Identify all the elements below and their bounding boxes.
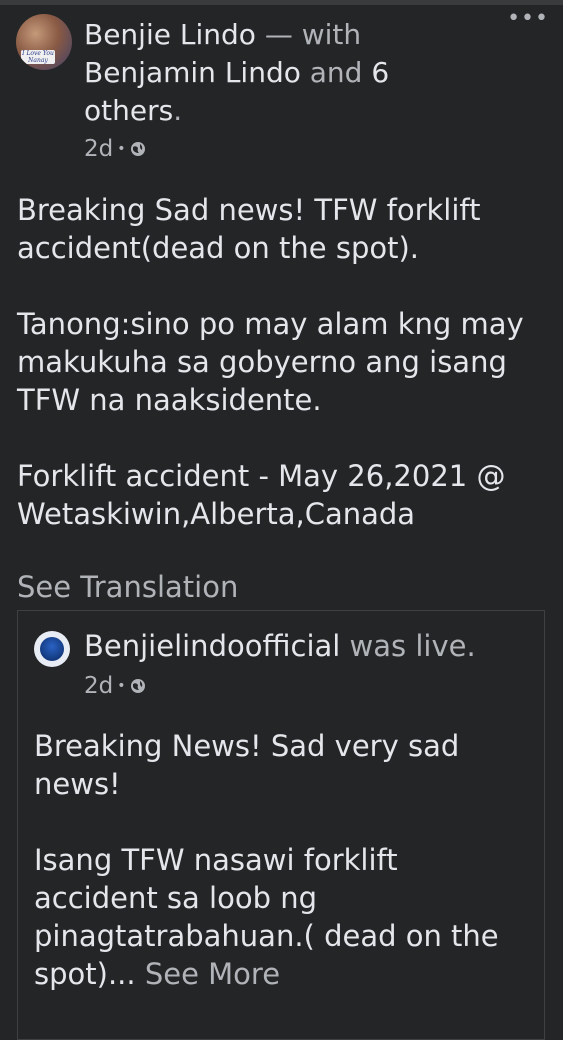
- author-avatar[interactable]: I Love You Nanay: [16, 14, 72, 70]
- page-logo-icon: [40, 637, 64, 661]
- shared-post-text: Breaking News! Sad very sad news! Isang …: [34, 727, 524, 993]
- post-meta: 2d •: [84, 136, 146, 162]
- post-text: Breaking Sad news! TFW forklift accident…: [17, 191, 547, 533]
- post-paragraph: Tanong:sino po may alam kng may makukuha…: [17, 307, 524, 417]
- meta-separator: •: [117, 141, 126, 157]
- meta-separator: •: [117, 678, 126, 694]
- top-divider: [0, 0, 563, 5]
- shared-post-meta: 2d •: [84, 673, 146, 699]
- shared-page-name-link[interactable]: Benjielindoofficial: [84, 629, 340, 663]
- globe-icon: [130, 142, 145, 156]
- globe-icon: [130, 679, 145, 693]
- more-options-icon[interactable]: •••: [507, 8, 549, 30]
- with-text: — with: [264, 18, 362, 51]
- post-paragraph: Forklift accident - May 26,2021 @ Wetask…: [17, 459, 506, 531]
- shared-paragraph: Isang TFW nasawi forklift accident sa lo…: [34, 841, 524, 993]
- shared-paragraph: Breaking News! Sad very sad news!: [34, 729, 460, 801]
- title-period: .: [173, 94, 183, 127]
- see-translation-link[interactable]: See Translation: [17, 570, 238, 604]
- tagged-person-link[interactable]: Benjamin Lindo: [84, 56, 301, 89]
- see-more-link[interactable]: See More: [145, 957, 280, 991]
- shared-page-avatar[interactable]: [34, 631, 70, 667]
- shared-timestamp[interactable]: 2d: [84, 673, 113, 699]
- post-timestamp[interactable]: 2d: [84, 136, 113, 162]
- shared-post-card[interactable]: Benjielindoofficial was live. 2d • Break…: [17, 610, 545, 1040]
- post-paragraph: Breaking Sad news! TFW forklift accident…: [17, 193, 481, 265]
- shared-post-title: Benjielindoofficial was live.: [84, 629, 476, 663]
- and-text: and: [309, 56, 363, 89]
- author-name-link[interactable]: Benjie Lindo: [84, 18, 256, 51]
- post-title: Benjie Lindo — with Benjamin Lindo and 6…: [84, 16, 444, 130]
- avatar-badge: I Love You Nanay: [21, 50, 55, 64]
- live-status: was live.: [349, 629, 476, 663]
